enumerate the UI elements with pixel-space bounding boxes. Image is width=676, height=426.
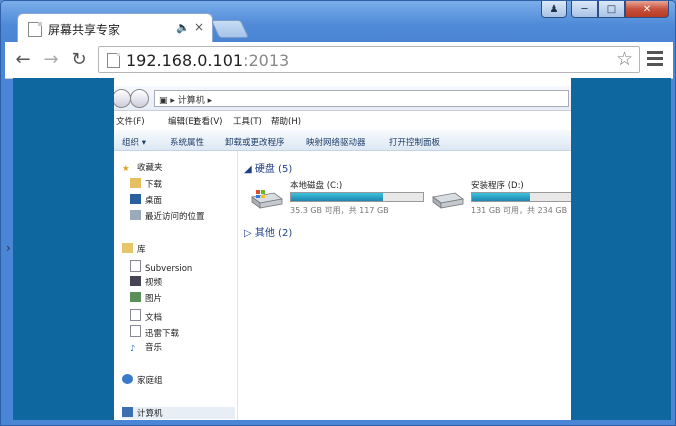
uninstall-button[interactable]: 卸载或更改程序: [225, 136, 285, 148]
others-group[interactable]: ▷ 其他 (2): [244, 224, 292, 239]
maximize-icon[interactable]: □: [598, 1, 625, 18]
user-icon[interactable]: ♟: [541, 1, 567, 18]
homegroup-icon: [122, 374, 133, 384]
star-icon: ★: [122, 164, 130, 174]
hard-drive-icon: [432, 192, 464, 209]
tab-close-icon[interactable]: ×: [194, 20, 204, 34]
menu-icon[interactable]: [647, 51, 663, 69]
system-properties-button[interactable]: 系统属性: [170, 136, 204, 148]
nav-downloads[interactable]: 下载: [130, 178, 162, 190]
window-controls: ♟ ─ □ ✕: [541, 1, 669, 19]
minimize-icon[interactable]: ─: [571, 1, 598, 18]
address-bar[interactable]: 192.168.0.101:2013 ☆: [98, 46, 640, 73]
downloads-icon: [130, 178, 141, 188]
close-icon[interactable]: ✕: [625, 1, 669, 18]
library-folder-icon: [130, 260, 141, 272]
url-text: 192.168.0.101:2013: [126, 51, 290, 70]
nav-recent[interactable]: 最近访问的位置: [130, 210, 205, 222]
desktop-icon: [130, 194, 141, 204]
nav-homegroup[interactable]: 家庭组: [122, 374, 163, 386]
map-drive-button[interactable]: 映射网络驱动器: [306, 136, 366, 148]
nav-pictures[interactable]: 图片: [130, 292, 162, 304]
browser-tab[interactable]: 屏幕共享专家 🔈 ×: [17, 13, 213, 43]
forward-circle-icon[interactable]: [130, 89, 149, 108]
nav-computer[interactable]: 计算机: [122, 407, 235, 419]
nav-subversion[interactable]: Subversion: [130, 260, 192, 274]
nav-documents[interactable]: 文档: [130, 309, 162, 323]
recent-places-icon: [130, 210, 141, 220]
explorer-menubar: 文件(F) 编辑(E) 查看(V) 工具(T) 帮助(H): [114, 112, 571, 129]
library-icon: [122, 243, 133, 253]
menu-file[interactable]: 文件(F): [116, 115, 145, 127]
back-circle-icon[interactable]: [114, 89, 131, 108]
back-icon[interactable]: ←: [11, 48, 35, 72]
navigation-pane: ★ 收藏夹 下载 桌面 最近访问的位置 库 Subversion 视频 图片 文档…: [114, 151, 238, 420]
nav-music[interactable]: ♪ 音乐: [130, 341, 162, 354]
free-space: 35.3 GB 可用，共 117 GB: [290, 206, 389, 215]
explorer-command-bar: 组织 ▾ 系统属性 卸载或更改程序 映射网络驱动器 打开控制面板: [114, 130, 571, 151]
reload-icon[interactable]: ↻: [67, 48, 91, 72]
menu-view[interactable]: 查看(V): [193, 115, 222, 127]
menu-help[interactable]: 帮助(H): [271, 115, 301, 127]
usage-bar: [471, 192, 571, 202]
free-space: 131 GB 可用，共 234 GB: [471, 206, 568, 215]
nav-favorites[interactable]: ★ 收藏夹: [122, 161, 163, 174]
nav-libraries[interactable]: 库: [122, 243, 146, 255]
documents-icon: [130, 309, 141, 321]
control-panel-button[interactable]: 打开控制面板: [389, 136, 440, 148]
speaker-icon[interactable]: 🔈: [176, 21, 190, 34]
hard-disks-group[interactable]: ◢ 硬盘 (5): [244, 160, 292, 175]
music-icon: ♪: [130, 344, 136, 354]
bookmark-star-icon[interactable]: ☆: [616, 48, 633, 70]
page-icon: [28, 22, 42, 37]
tab-title: 屏幕共享专家: [48, 23, 121, 37]
computer-icon: [122, 407, 133, 417]
usage-fill: [291, 193, 384, 201]
drive-name: 安装程序 (D:): [471, 181, 524, 191]
download-folder-icon: [130, 325, 141, 337]
panel-expand-icon[interactable]: ›: [6, 241, 11, 255]
usage-bar: [290, 192, 424, 202]
nav-videos[interactable]: 视频: [130, 276, 162, 288]
drive-name: 本地磁盘 (C:): [290, 181, 343, 191]
nav-xunlei[interactable]: 迅雷下载: [130, 325, 179, 339]
organize-button[interactable]: 组织 ▾: [122, 136, 146, 148]
video-icon: [130, 276, 141, 286]
explorer-content: ◢ 硬盘 (5) 本地磁盘 (C:) 35.3 GB 可用，共 117 GB 安…: [238, 151, 571, 420]
toolbar: ← → ↻ 192.168.0.101:2013 ☆: [5, 42, 673, 79]
remote-desktop-screen[interactable]: ▣ ▸ 计算机 ▸ 文件(F) 编辑(E) 查看(V) 工具(T) 帮助(H) …: [114, 78, 571, 420]
drive-c[interactable]: 本地磁盘 (C:) 35.3 GB 可用，共 117 GB: [250, 179, 430, 219]
browser-window: ♟ ─ □ ✕ 屏幕共享专家 🔈 × ← → ↻ 192.168.0.101:2…: [0, 0, 676, 426]
drive-d[interactable]: 安装程序 (D:) 131 GB 可用，共 234 GB: [431, 179, 571, 219]
forward-icon[interactable]: →: [39, 48, 63, 72]
usage-fill: [472, 193, 531, 201]
nav-desktop[interactable]: 桌面: [130, 194, 162, 206]
hard-drive-icon: [251, 190, 283, 209]
page-icon: [107, 53, 120, 68]
pictures-icon: [130, 292, 141, 302]
explorer-address-bar: ▣ ▸ 计算机 ▸: [114, 86, 571, 111]
menu-tools[interactable]: 工具(T): [233, 115, 262, 127]
explorer-path[interactable]: ▣ ▸ 计算机 ▸: [154, 90, 569, 107]
